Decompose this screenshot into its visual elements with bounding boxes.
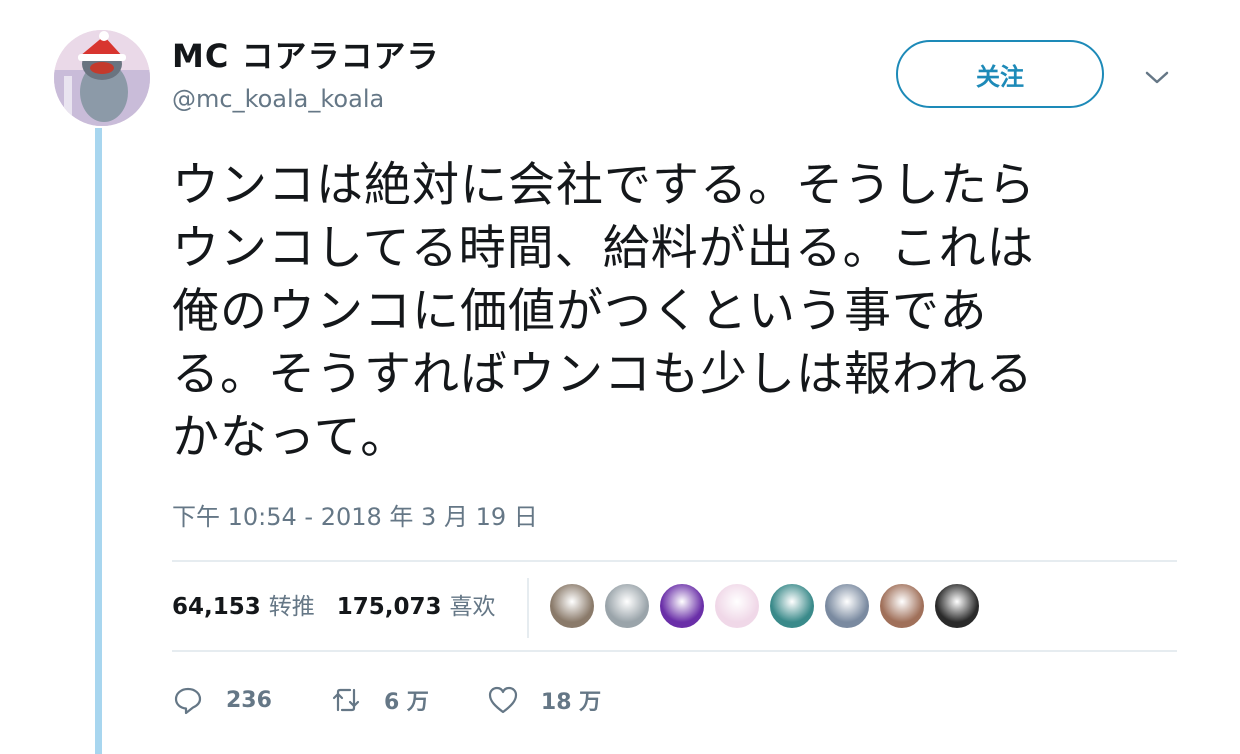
liker-avatar[interactable] (878, 582, 926, 630)
thread-line (95, 128, 102, 754)
divider (172, 650, 1177, 652)
reply-count: 236 (226, 687, 272, 713)
engagement-stats: 64,153 转推 175,073 喜欢 (172, 590, 518, 624)
heart-icon (488, 686, 518, 714)
retweet-button[interactable]: 6 万 (330, 684, 429, 716)
display-name[interactable]: MC コアラコアラ (172, 34, 439, 78)
likes-label[interactable]: 喜欢 (450, 590, 496, 624)
liker-avatar[interactable] (658, 582, 706, 630)
follow-button[interactable]: 关注 (896, 40, 1104, 108)
likes-count[interactable]: 175,073 (337, 590, 442, 624)
retweet-icon (332, 688, 360, 712)
retweets-count[interactable]: 64,153 (172, 590, 261, 624)
tweet-text: ウンコは絶対に会社でする。そうしたら ウンコしてる時間、給料が出る。これは 俺の… (172, 158, 1036, 465)
retweets-label[interactable]: 转推 (269, 590, 315, 624)
like-button[interactable]: 18 万 (487, 684, 601, 716)
liker-avatar[interactable] (823, 582, 871, 630)
stats-separator (527, 578, 529, 638)
tweet-actions: 236 6 万 18 万 (172, 678, 659, 722)
divider (172, 560, 1177, 562)
reply-button[interactable]: 236 (172, 684, 272, 716)
liker-avatar[interactable] (713, 582, 761, 630)
tweet-timestamp[interactable]: 下午 10:54 - 2018 年 3 月 19 日 (172, 500, 538, 534)
user-handle[interactable]: @mc_koala_koala (172, 84, 384, 114)
avatar-image (54, 30, 150, 126)
liker-avatar[interactable] (768, 582, 816, 630)
like-count: 18 万 (540, 690, 602, 715)
user-avatar[interactable] (54, 30, 150, 126)
chevron-down-icon[interactable] (1142, 62, 1172, 92)
tweet-card: MC コアラコアラ @mc_koala_koala 关注 ウンコは絶対に会社です… (0, 0, 1240, 754)
liker-avatar[interactable] (548, 582, 596, 630)
liker-avatar[interactable] (933, 582, 981, 630)
liker-avatars (548, 582, 988, 630)
liker-avatar[interactable] (603, 582, 651, 630)
reply-icon (174, 687, 202, 715)
retweet-count: 6 万 (383, 690, 429, 715)
